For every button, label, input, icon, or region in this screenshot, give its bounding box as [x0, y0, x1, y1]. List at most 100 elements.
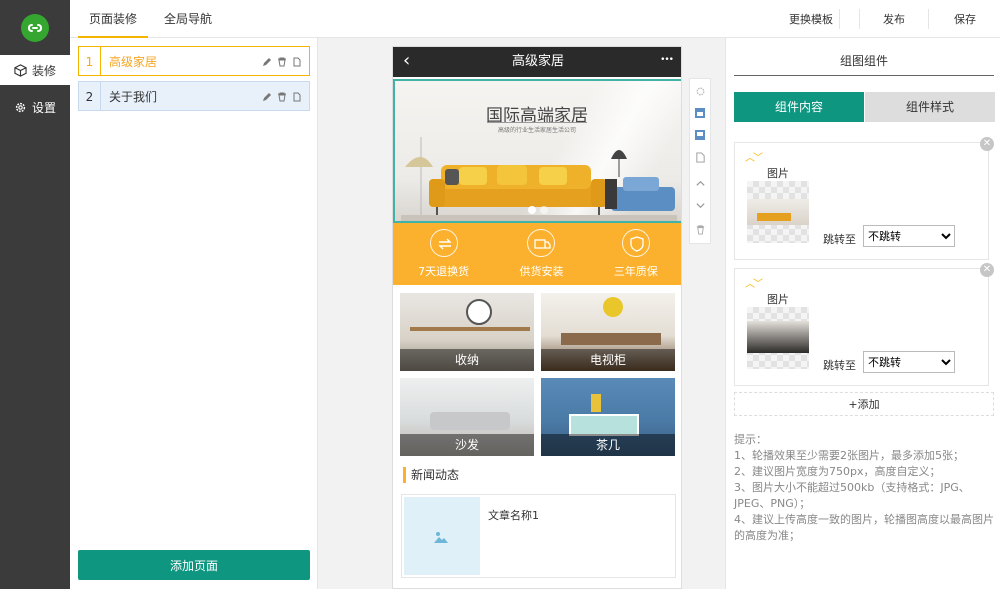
tab-page-decorate[interactable]: 页面装修: [78, 0, 148, 38]
tip-line: 3、图片大小不能超过500kb（支持格式：JPG、JPEG、PNG）；: [734, 481, 970, 510]
sidebar-item-label: 装修: [31, 63, 56, 78]
article-card[interactable]: 文章名称1: [401, 494, 676, 578]
tile-coffee-table[interactable]: 茶几: [541, 378, 675, 456]
image-thumbnail[interactable]: [747, 307, 809, 369]
cabinet: [569, 414, 639, 436]
sidebar-item-decorate[interactable]: 装修: [0, 55, 70, 85]
tile-label: 电视柜: [541, 349, 675, 371]
shelf: [410, 327, 530, 331]
top-bar: 页面装修 全局导航 更换模板 发布 保存: [70, 0, 1000, 38]
close-icon[interactable]: ✕: [980, 263, 994, 277]
image-item-card: ✕ ︿﹀ 图片 跳转至 不跳转: [734, 263, 994, 386]
change-template-button[interactable]: 更换模板: [776, 0, 846, 38]
image-label: 图片: [767, 167, 789, 180]
phone-header: 高级家居 ‹ •••: [393, 47, 681, 77]
cabinet: [561, 333, 661, 345]
image-icon: [434, 532, 448, 543]
close-icon[interactable]: ✕: [980, 137, 994, 151]
phone-title: 高级家居: [511, 54, 564, 69]
jump-target-select[interactable]: 不跳转: [863, 351, 955, 373]
vase: [591, 394, 601, 412]
trash-icon[interactable]: [277, 56, 287, 67]
move-up-icon[interactable]: [690, 173, 710, 193]
service-label: 三年质保: [613, 265, 658, 278]
shield-icon: [621, 229, 650, 257]
page-list-panel: 1 高级家居 2 关于我们 添加页面: [70, 38, 318, 589]
service-label: 7天退换货: [418, 265, 470, 278]
service-warranty: 三年质保: [614, 229, 658, 279]
exchange-icon: [429, 229, 458, 257]
image-label: 图片: [767, 293, 789, 306]
reorder-arrows-icon[interactable]: ︿﹀: [745, 275, 763, 290]
sofa-illustration: [401, 137, 677, 221]
image-thumbnail[interactable]: [747, 181, 809, 243]
divider: [928, 9, 929, 29]
service-label: 供货安装: [519, 265, 564, 278]
settings-icon[interactable]: [690, 81, 710, 101]
delete-icon[interactable]: [690, 219, 710, 239]
copy-page-icon[interactable]: [292, 91, 302, 102]
banner-rule: [487, 122, 587, 123]
tab-component-style[interactable]: 组件样式: [865, 92, 995, 122]
insert-below-icon[interactable]: [690, 125, 710, 145]
jump-target-select[interactable]: 不跳转: [863, 225, 955, 247]
carousel-dot-active[interactable]: [528, 206, 536, 214]
save-button[interactable]: 保存: [930, 0, 1000, 38]
service-install: 供货安装: [519, 229, 563, 279]
truck-icon: [527, 229, 556, 257]
jump-label: 跳转至: [823, 359, 856, 372]
carousel-dot[interactable]: [540, 206, 548, 214]
page-number: 1: [79, 47, 101, 75]
phone-preview: 高级家居 ‹ ••• 国际高端家居 高级的行业生活家居生活公司 7天退换货 供货…: [392, 46, 682, 589]
app-logo: [21, 14, 49, 42]
clock-icon: [466, 299, 492, 325]
copy-page-icon[interactable]: [292, 56, 302, 67]
gear-icon: [15, 102, 26, 112]
component-toolbar: [689, 78, 711, 244]
news-section-title: 新闻动态: [403, 467, 459, 483]
tile-sofa[interactable]: 沙发: [400, 378, 534, 456]
insert-above-icon[interactable]: [690, 103, 710, 123]
more-dots-icon[interactable]: •••: [660, 55, 674, 65]
page-row-2[interactable]: 2 关于我们: [78, 81, 310, 111]
page-name: 高级家居: [109, 54, 158, 69]
tip-line: 4、建议上传高度一致的图片，轮播图高度以最高图片的高度为准；: [734, 513, 994, 542]
cube-icon: [14, 63, 27, 77]
left-sidebar: 装修 设置: [0, 0, 70, 589]
page-row-1[interactable]: 1 高级家居: [78, 46, 310, 76]
service-band: 7天退换货 供货安装 三年质保: [393, 223, 681, 285]
tile-storage[interactable]: 收纳: [400, 293, 534, 371]
service-return: 7天退换货: [418, 229, 469, 279]
tile-label: 茶几: [541, 434, 675, 456]
component-settings-panel: 组图组件 组件内容 组件样式 ✕ ︿﹀ 图片 跳转至 不跳转 ✕ ︿﹀ 图片 跳…: [725, 38, 1000, 589]
banner-subheading: 高级的行业生活家居生活公司: [497, 127, 576, 134]
image-placeholder: [404, 497, 480, 575]
move-down-icon[interactable]: [690, 195, 710, 215]
tip-line: 2、建议图片宽度为750px，高度自定义；: [734, 465, 941, 478]
back-arrow-icon[interactable]: ‹: [403, 51, 410, 71]
panel-title: 组图组件: [734, 50, 994, 76]
tips-text: 提示： 1、轮播效果至少需要2张图片，最多添加5张； 2、建议图片宽度为750p…: [734, 432, 998, 544]
article-title: 文章名称1: [488, 509, 539, 522]
edit-icon[interactable]: [262, 91, 272, 101]
publish-button[interactable]: 发布: [860, 0, 928, 38]
tip-line: 提示：: [734, 433, 767, 446]
sidebar-item-label: 设置: [31, 100, 56, 115]
sidebar-item-settings[interactable]: 设置: [0, 92, 70, 122]
tab-global-nav[interactable]: 全局导航: [150, 0, 226, 38]
copy-icon[interactable]: [690, 147, 710, 167]
page-number: 2: [79, 82, 101, 110]
link-icon: [27, 24, 43, 32]
tab-component-content[interactable]: 组件内容: [734, 92, 864, 122]
trash-icon[interactable]: [277, 91, 287, 102]
tile-tv-cabinet[interactable]: 电视柜: [541, 293, 675, 371]
add-page-button[interactable]: 添加页面: [78, 550, 310, 580]
flower-icon: [603, 297, 623, 317]
reorder-arrows-icon[interactable]: ︿﹀: [745, 149, 763, 164]
tile-label: 收纳: [400, 349, 534, 371]
edit-icon[interactable]: [262, 56, 272, 66]
image-item-card: ✕ ︿﹀ 图片 跳转至 不跳转: [734, 137, 994, 260]
banner-carousel[interactable]: 国际高端家居 高级的行业生活家居生活公司: [393, 79, 681, 223]
sofa: [430, 412, 510, 430]
add-image-button[interactable]: +添加: [734, 392, 994, 416]
